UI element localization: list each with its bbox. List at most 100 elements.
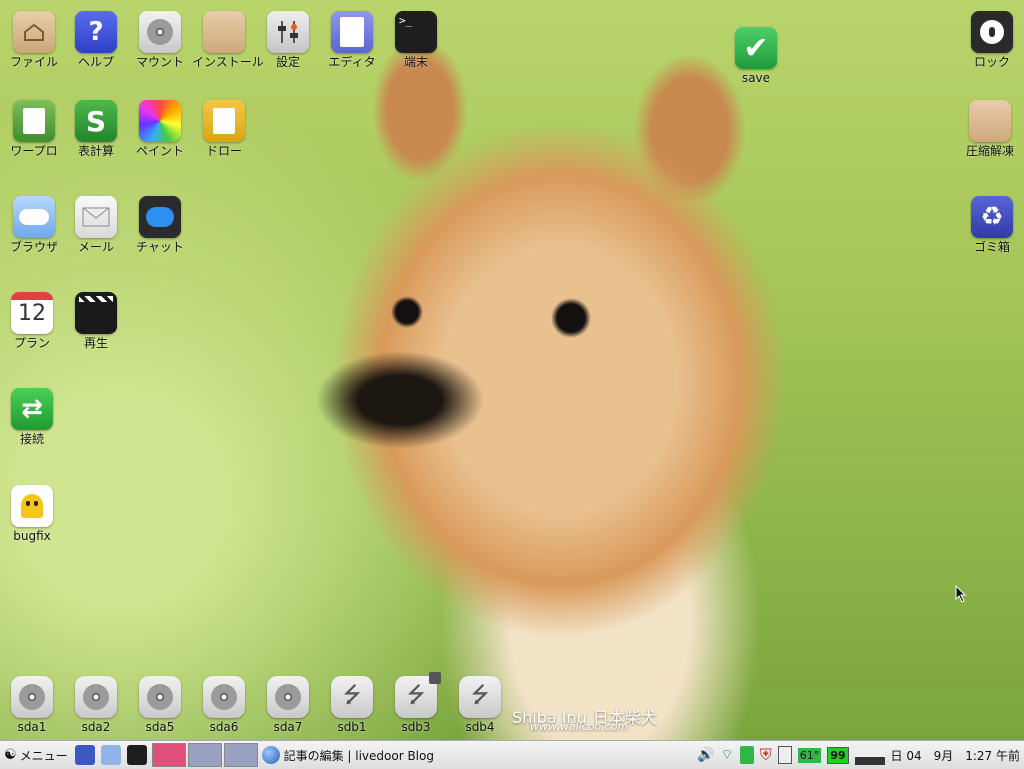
wordpro-shortcut[interactable]: ワープロ <box>2 100 66 158</box>
show-desktop-icon[interactable] <box>74 745 95 765</box>
battery-level-icon[interactable] <box>739 746 754 764</box>
usb-icon: ⭍ <box>331 676 373 718</box>
usb-icon: ⭍ <box>459 676 501 718</box>
folder-home-icon <box>13 11 55 53</box>
mail-shortcut[interactable]: メール <box>64 196 128 254</box>
drive-sda5[interactable]: sda5 <box>128 676 192 734</box>
drive-label: sda1 <box>17 720 47 734</box>
plan-shortcut[interactable]: 12 プラン <box>0 292 64 350</box>
volume-icon[interactable]: 🔊 <box>697 747 714 763</box>
text-editor-icon <box>331 11 373 53</box>
lock-icon <box>971 11 1013 53</box>
paint-label: ペイント <box>135 144 184 158</box>
package-box-icon <box>203 11 245 53</box>
editor-shortcut[interactable]: エディタ <box>320 11 384 69</box>
drive-sda7[interactable]: sda7 <box>256 676 320 734</box>
play-label: 再生 <box>83 336 108 350</box>
settings-sliders-icon <box>267 11 309 53</box>
word-processor-icon <box>13 100 55 142</box>
hard-disk-icon <box>11 676 53 718</box>
recycle-icon: ♻ <box>971 196 1013 238</box>
drive-sda6[interactable]: sda6 <box>192 676 256 734</box>
wallpaper-watermark: Shiba Inu 日本柴犬 www.wallcoo.com <box>512 704 657 733</box>
hard-disk-icon <box>139 676 181 718</box>
drive-label: sda7 <box>273 720 303 734</box>
workspace-2[interactable] <box>187 743 222 767</box>
help-icon: ? <box>75 11 117 53</box>
cloud-browser-icon <box>13 196 55 238</box>
unzip-shortcut[interactable]: 圧縮解凍 <box>958 100 1022 158</box>
wordpro-label: ワープロ <box>10 144 58 158</box>
mouse-cursor-icon <box>955 585 967 603</box>
drive-label: sdb3 <box>401 720 431 734</box>
cpu-temp: 61° <box>797 747 822 763</box>
wifi-icon[interactable]: ⌔ <box>721 746 734 764</box>
connect-label: 接続 <box>19 432 44 446</box>
usb-icon: ⭍ <box>395 672 441 718</box>
desktop: ファイル ? ヘルプ マウント インストール 設定 エディタ >_ 端末 ✔ s… <box>0 0 1024 740</box>
menu-label: メニュー <box>19 748 68 763</box>
terminal-launch-icon[interactable] <box>126 745 147 765</box>
mount-shortcut[interactable]: マウント <box>128 11 192 69</box>
globe-icon <box>261 746 280 764</box>
menu-button[interactable]: ☯ メニュー <box>0 741 72 769</box>
taskbar-window-button[interactable]: 記事の編集 | livedoor Blog <box>261 741 654 769</box>
drive-label: sda2 <box>81 720 111 734</box>
hard-disk-icon <box>75 676 117 718</box>
terminal-shortcut[interactable]: >_ 端末 <box>384 11 448 69</box>
drive-sdb1[interactable]: ⭍ sdb1 <box>320 676 384 734</box>
help-shortcut[interactable]: ? ヘルプ <box>64 11 128 69</box>
drive-sdb3[interactable]: ⭍ sdb3 <box>384 672 448 734</box>
mounted-badge-icon <box>429 672 441 684</box>
settings-label: 設定 <box>275 55 300 69</box>
editor-label: エディタ <box>328 55 376 69</box>
workspace-3[interactable] <box>223 743 258 767</box>
workspace-1[interactable] <box>151 743 186 767</box>
drive-label: sdb4 <box>465 720 495 734</box>
connect-shortcut[interactable]: ⇄ 接続 <box>0 388 64 446</box>
unzip-label: 圧縮解凍 <box>965 144 1014 158</box>
ghost-icon <box>11 485 53 527</box>
drive-sdb4[interactable]: ⭍ sdb4 <box>448 676 512 734</box>
browser-label: ブラウザ <box>9 240 58 254</box>
install-label: インストール <box>192 55 264 69</box>
drive-sda1[interactable]: sda1 <box>0 676 64 734</box>
paint-shortcut[interactable]: ペイント <box>128 100 192 158</box>
browser-shortcut[interactable]: ブラウザ <box>2 196 66 254</box>
bugfix-shortcut[interactable]: bugfix <box>0 485 64 543</box>
file-manager-shortcut[interactable]: ファイル <box>2 11 66 69</box>
menu-logo-icon: ☯ <box>4 747 17 763</box>
trash-shortcut[interactable]: ♻ ゴミ箱 <box>960 196 1024 254</box>
calendar-day: 12 <box>18 301 46 326</box>
checkmark-icon: ✔ <box>735 27 777 69</box>
drive-sda2[interactable]: sda2 <box>64 676 128 734</box>
lock-shortcut[interactable]: ロック <box>960 11 1024 69</box>
plan-label: プラン <box>13 336 50 350</box>
drive-label: sda5 <box>145 720 175 734</box>
hard-disk-icon <box>203 676 245 718</box>
terminal-label: 端末 <box>403 55 428 69</box>
spreadsheet-shortcut[interactable]: S 表計算 <box>64 100 128 158</box>
firewall-shield-icon[interactable]: ⛨ <box>760 745 772 765</box>
file-manager-launch-icon[interactable] <box>100 745 121 765</box>
clock[interactable]: 日 04 9月 1:27 午前 <box>891 747 1020 764</box>
calendar-icon: 12 <box>11 292 53 334</box>
drive-label: sda6 <box>209 720 239 734</box>
install-shortcut[interactable]: インストール <box>192 11 264 69</box>
draw-shortcut[interactable]: ドロー <box>192 100 256 158</box>
mail-label: メール <box>77 240 114 254</box>
play-shortcut[interactable]: 再生 <box>64 292 128 350</box>
window-title: 記事の編集 | livedoor Blog <box>283 748 434 763</box>
clipboard-icon[interactable] <box>777 746 792 764</box>
chat-label: チャット <box>136 240 184 254</box>
lock-label: ロック <box>973 55 1010 69</box>
settings-shortcut[interactable]: 設定 <box>256 11 320 69</box>
spreadsheet-label: 表計算 <box>77 144 114 158</box>
chat-bubble-icon <box>139 196 181 238</box>
terminal-icon: >_ <box>395 11 437 53</box>
trash-label: ゴミ箱 <box>973 240 1010 254</box>
chat-shortcut[interactable]: チャット <box>128 196 192 254</box>
battery-percent: 99 <box>827 746 849 764</box>
envelope-icon <box>75 196 117 238</box>
save-shortcut[interactable]: ✔ save <box>724 27 788 85</box>
